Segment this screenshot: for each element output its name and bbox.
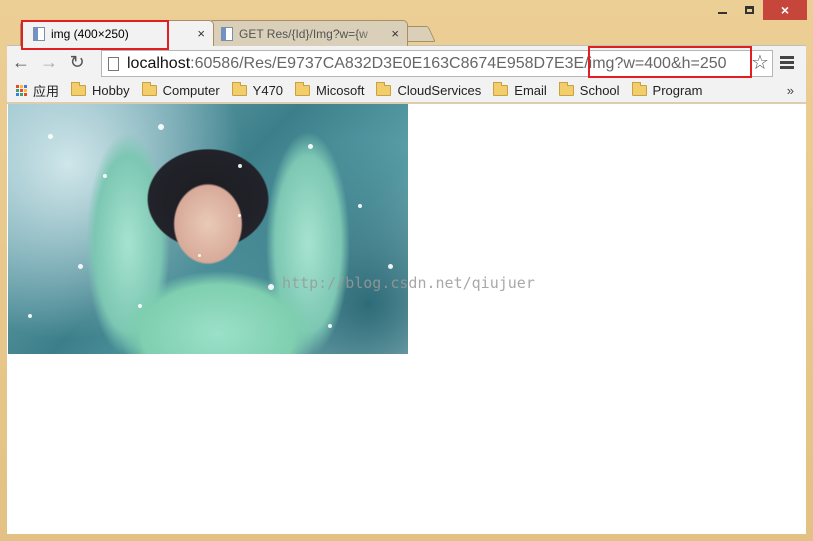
folder-icon <box>631 82 647 96</box>
folder-icon <box>376 82 392 96</box>
window-controls: × <box>709 0 807 22</box>
toolbar: ← → ↻ localhost:60586/Res/E9737CA832D3E0… <box>7 45 806 79</box>
tab-close-button[interactable]: × <box>391 26 399 41</box>
bookmark-folder-micosoft[interactable]: Micosoft <box>295 82 365 98</box>
close-window-button[interactable]: × <box>763 0 807 20</box>
bookmark-label: Y470 <box>252 83 284 98</box>
folder-icon <box>558 82 574 96</box>
address-bar[interactable]: localhost:60586/Res/E9737CA832D3E0E163C8… <box>101 50 773 77</box>
displayed-image <box>8 104 408 354</box>
bookmark-label: School <box>579 83 620 98</box>
maximize-icon <box>745 6 754 14</box>
minimize-button[interactable] <box>709 0 736 20</box>
url-host: localhost <box>127 54 191 72</box>
folder-icon <box>295 82 311 96</box>
maximize-button[interactable] <box>736 0 763 20</box>
folder-icon <box>493 82 509 96</box>
bookmark-star-icon[interactable]: ☆ <box>751 50 769 75</box>
folder-icon <box>231 82 247 96</box>
bookmark-folder-school[interactable]: School <box>558 82 620 98</box>
browser-window: × img (400×250) × GET Res/{Id}/Img?w={w … <box>0 0 813 541</box>
bookmarks-bar: 应用 Hobby Computer Y470 Micosoft CloudSer… <box>7 79 806 103</box>
bookmark-folder-email[interactable]: Email <box>493 82 547 98</box>
url-path: :60586/Res/E9737CA832D3E0E163C8674E958D7… <box>190 54 727 72</box>
tab-close-button[interactable]: × <box>197 26 205 41</box>
reload-button[interactable]: ↻ <box>63 49 91 77</box>
tab-title: img (400×250) <box>51 26 129 41</box>
bookmark-folder-cloudservices[interactable]: CloudServices <box>376 82 482 98</box>
forward-button[interactable]: → <box>35 49 63 77</box>
bookmarks-overflow-button[interactable]: » <box>787 83 794 98</box>
bookmark-folder-hobby[interactable]: Hobby <box>71 82 130 98</box>
bookmark-apps[interactable]: 应用 <box>7 81 59 100</box>
bookmark-folder-program[interactable]: Program <box>631 82 703 98</box>
bookmark-label: Micosoft <box>316 83 365 98</box>
bookmark-label: Computer <box>162 83 220 98</box>
minimize-icon <box>718 12 727 14</box>
tab-get-res[interactable]: GET Res/{Id}/Img?w={w × <box>208 20 408 46</box>
back-button[interactable]: ← <box>7 49 35 77</box>
page-viewport: http://blog.csdn.net/qiujuer <box>7 104 806 534</box>
tab-title: GET Res/{Id}/Img?w={w <box>239 26 368 41</box>
tab-img[interactable]: img (400×250) × <box>20 20 214 46</box>
folder-icon <box>71 82 87 96</box>
page-icon <box>33 26 45 41</box>
page-icon <box>221 26 233 41</box>
watermark-text: http://blog.csdn.net/qiujuer <box>282 274 535 292</box>
page-icon <box>108 56 119 71</box>
folder-icon <box>141 82 157 96</box>
bookmark-label: CloudServices <box>397 83 482 98</box>
menu-icon[interactable] <box>780 56 794 71</box>
apps-icon <box>16 85 27 96</box>
bookmark-label: 应用 <box>33 84 60 99</box>
bookmark-label: Email <box>514 83 547 98</box>
tab-strip: img (400×250) × GET Res/{Id}/Img?w={w × <box>12 17 512 46</box>
bookmark-label: Hobby <box>92 83 130 98</box>
bookmark-folder-y470[interactable]: Y470 <box>231 82 284 98</box>
bookmark-label: Program <box>652 83 703 98</box>
bookmark-folder-computer[interactable]: Computer <box>141 82 220 98</box>
